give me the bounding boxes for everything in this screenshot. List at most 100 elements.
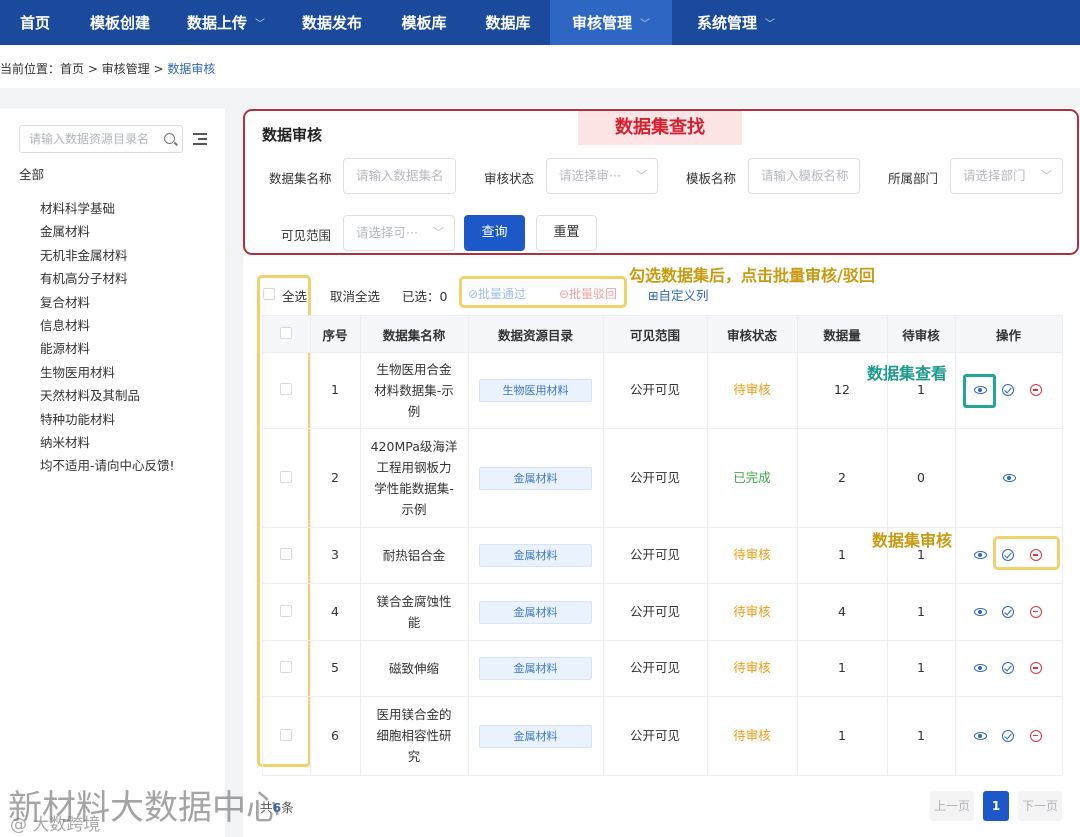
tree-item[interactable]: 材料科学基础 — [40, 198, 115, 217]
breadcrumb-current[interactable]: 数据审核 — [167, 62, 215, 76]
row-checkbox[interactable] — [280, 383, 292, 395]
query-button[interactable]: 查询 — [464, 215, 525, 251]
nav-item-8[interactable]: 系统管理 ﹀ — [672, 0, 800, 45]
next-page-button[interactable]: 下一页 — [1018, 791, 1062, 821]
table-cell: 4 — [331, 603, 339, 619]
search-icon[interactable] — [164, 133, 175, 144]
status-badge: 待审核 — [733, 727, 771, 743]
column-divider — [1062, 315, 1063, 775]
dataset-name-line: 细胞相容性研 — [376, 728, 452, 743]
approve-check-icon[interactable] — [1002, 662, 1014, 674]
eye-icon[interactable] — [974, 551, 987, 559]
reset-button[interactable]: 重置 — [536, 215, 597, 251]
dataset-name-input[interactable]: 请输入数据集名 — [343, 158, 456, 194]
column-header: 数据集名称 — [382, 328, 446, 343]
nav-item-7[interactable]: 审核管理 ﹀ — [550, 0, 672, 45]
eye-icon[interactable] — [974, 731, 987, 740]
column-header: 审核状态 — [726, 328, 777, 343]
tree-item[interactable]: 天然材料及其制品 — [40, 385, 140, 404]
reject-minus-icon[interactable] — [1030, 384, 1042, 396]
page-1-button[interactable]: 1 — [983, 791, 1009, 821]
table-cell: 公开可见 — [629, 727, 680, 743]
select-all-label[interactable]: 全选 — [282, 286, 307, 305]
column-header: 待审核 — [902, 328, 940, 343]
approve-check-icon[interactable] — [1002, 605, 1014, 618]
reject-minus-icon[interactable] — [1030, 605, 1042, 618]
resource-directory-tag: 金属材料 — [479, 544, 592, 567]
table-cell: 公开可见 — [629, 603, 680, 619]
collapse-menu-icon[interactable] — [193, 132, 207, 146]
template-name-input[interactable]: 请输入模板名称 — [748, 158, 860, 194]
deselect-all-link[interactable]: 取消全选 — [330, 286, 380, 305]
nav-item-2[interactable]: 模板创建 — [70, 0, 170, 45]
sidebar: 请输入数据资源目录名 全部 材料科学基础 金属材料无机非金属材料 有机高分子材料 复合… — [0, 107, 225, 837]
column-divider — [468, 315, 469, 775]
visible-scope-select[interactable]: 请选择可··· ﹀ — [343, 215, 455, 251]
resource-directory-tag: 金属材料 — [479, 657, 592, 680]
dataset-name-line: 例 — [407, 403, 421, 419]
view-action-highlight — [963, 374, 996, 408]
approve-check-icon[interactable] — [1002, 384, 1014, 396]
table-cell: 1 — [331, 382, 339, 397]
reject-minus-icon[interactable] — [1030, 729, 1042, 742]
tree-item[interactable]: 纳米材料 — [40, 432, 90, 451]
breadcrumb: 当前位置：首页 > 审核管理 > 数据审核 — [0, 60, 215, 77]
top-nav: 首页 模板创建 数据上传 ﹀ 数据发布 模板库 数据库 审核管理 ﹀ 系统管理 ﹀ — [0, 0, 1080, 45]
eye-icon[interactable] — [1003, 473, 1016, 482]
tree-item[interactable]: 能源材料 — [40, 338, 90, 357]
dataset-name-cell: 医用镁合金的 细胞相容性研究 — [360, 704, 468, 767]
nav-item-1[interactable]: 首页 — [0, 0, 70, 45]
batch-approve-button[interactable]: ⊘批量通过 — [468, 285, 526, 302]
dataset-name-line: 420MPa级海洋 — [370, 438, 458, 454]
nav-item-3[interactable]: 数据上传 ﹀ — [170, 0, 282, 45]
prev-page-button[interactable]: 上一页 — [930, 791, 974, 821]
row-checkbox[interactable] — [280, 548, 292, 560]
batch-reject-button[interactable]: ⊖批量驳回 — [559, 285, 617, 302]
review-status-select[interactable]: 请选择审··· ﹀ — [546, 158, 658, 194]
tree-item[interactable]: 复合材料 — [40, 292, 90, 311]
dataset-name-line: 磁致伸缩 — [388, 660, 439, 676]
nav-item-6[interactable]: 数据库 — [466, 0, 550, 45]
row-divider — [262, 775, 1062, 776]
tree-item[interactable]: 生物医用材料 — [40, 362, 115, 381]
chevron-down-icon: ﹀ — [765, 19, 775, 30]
column-header: 可见范围 — [629, 328, 680, 343]
table-cell: 1 — [917, 603, 925, 619]
department-select[interactable]: 请选择部门 ﹀ — [950, 158, 1063, 194]
tree-item[interactable]: 信息材料 — [40, 315, 90, 334]
sidebar-search-input[interactable]: 请输入数据资源目录名 — [19, 125, 183, 153]
template-name-label: 模板名称 — [686, 171, 737, 186]
eye-icon[interactable] — [974, 607, 987, 616]
custom-columns-button[interactable]: ⊞自定义列 — [648, 285, 708, 304]
row-checkbox[interactable] — [280, 661, 292, 673]
nav-item-5[interactable]: 模板库 — [382, 0, 466, 45]
select-all-checkbox[interactable] — [263, 288, 275, 300]
nav-item-label: 数据库 — [485, 14, 531, 32]
department-label: 所属部门 — [888, 171, 939, 186]
review-status-label: 审核状态 — [484, 171, 535, 186]
reject-minus-icon[interactable] — [1030, 662, 1042, 674]
chevron-down-icon: ﹀ — [255, 19, 265, 30]
tree-root-all[interactable]: 全部 — [19, 164, 44, 183]
row-checkbox[interactable] — [280, 470, 292, 483]
nav-item-4[interactable]: 数据发布 — [282, 0, 382, 45]
tree-item[interactable]: 金属材料 — [40, 221, 90, 240]
approve-check-icon[interactable] — [1002, 729, 1014, 742]
table-cell: 公开可见 — [629, 547, 680, 562]
eye-icon[interactable] — [974, 664, 987, 672]
table-cell: 6 — [331, 727, 339, 743]
dataset-name-line: 镁合金腐蚀性 — [376, 593, 452, 609]
row-divider — [262, 315, 1062, 316]
tree-item[interactable]: 无机非金属材料 — [40, 245, 128, 264]
tree-item[interactable]: 有机高分子材料 — [40, 268, 128, 287]
tree-item[interactable]: 均不适用-请向中心反馈! — [40, 455, 175, 474]
batch-hint-annotation: 勾选数据集后，点击批量审核/驳回 — [629, 266, 875, 285]
row-checkbox[interactable] — [280, 728, 292, 741]
tree-item[interactable]: 特种功能材料 — [40, 409, 115, 428]
department-placeholder: 请选择部门 — [963, 168, 1026, 183]
search-banner: 数据集查找 — [578, 111, 742, 145]
dataset-name-line: 学性能数据集- — [374, 480, 454, 496]
row-checkbox[interactable] — [280, 604, 292, 617]
row-divider — [262, 428, 1062, 429]
header-checkbox[interactable] — [280, 327, 292, 339]
